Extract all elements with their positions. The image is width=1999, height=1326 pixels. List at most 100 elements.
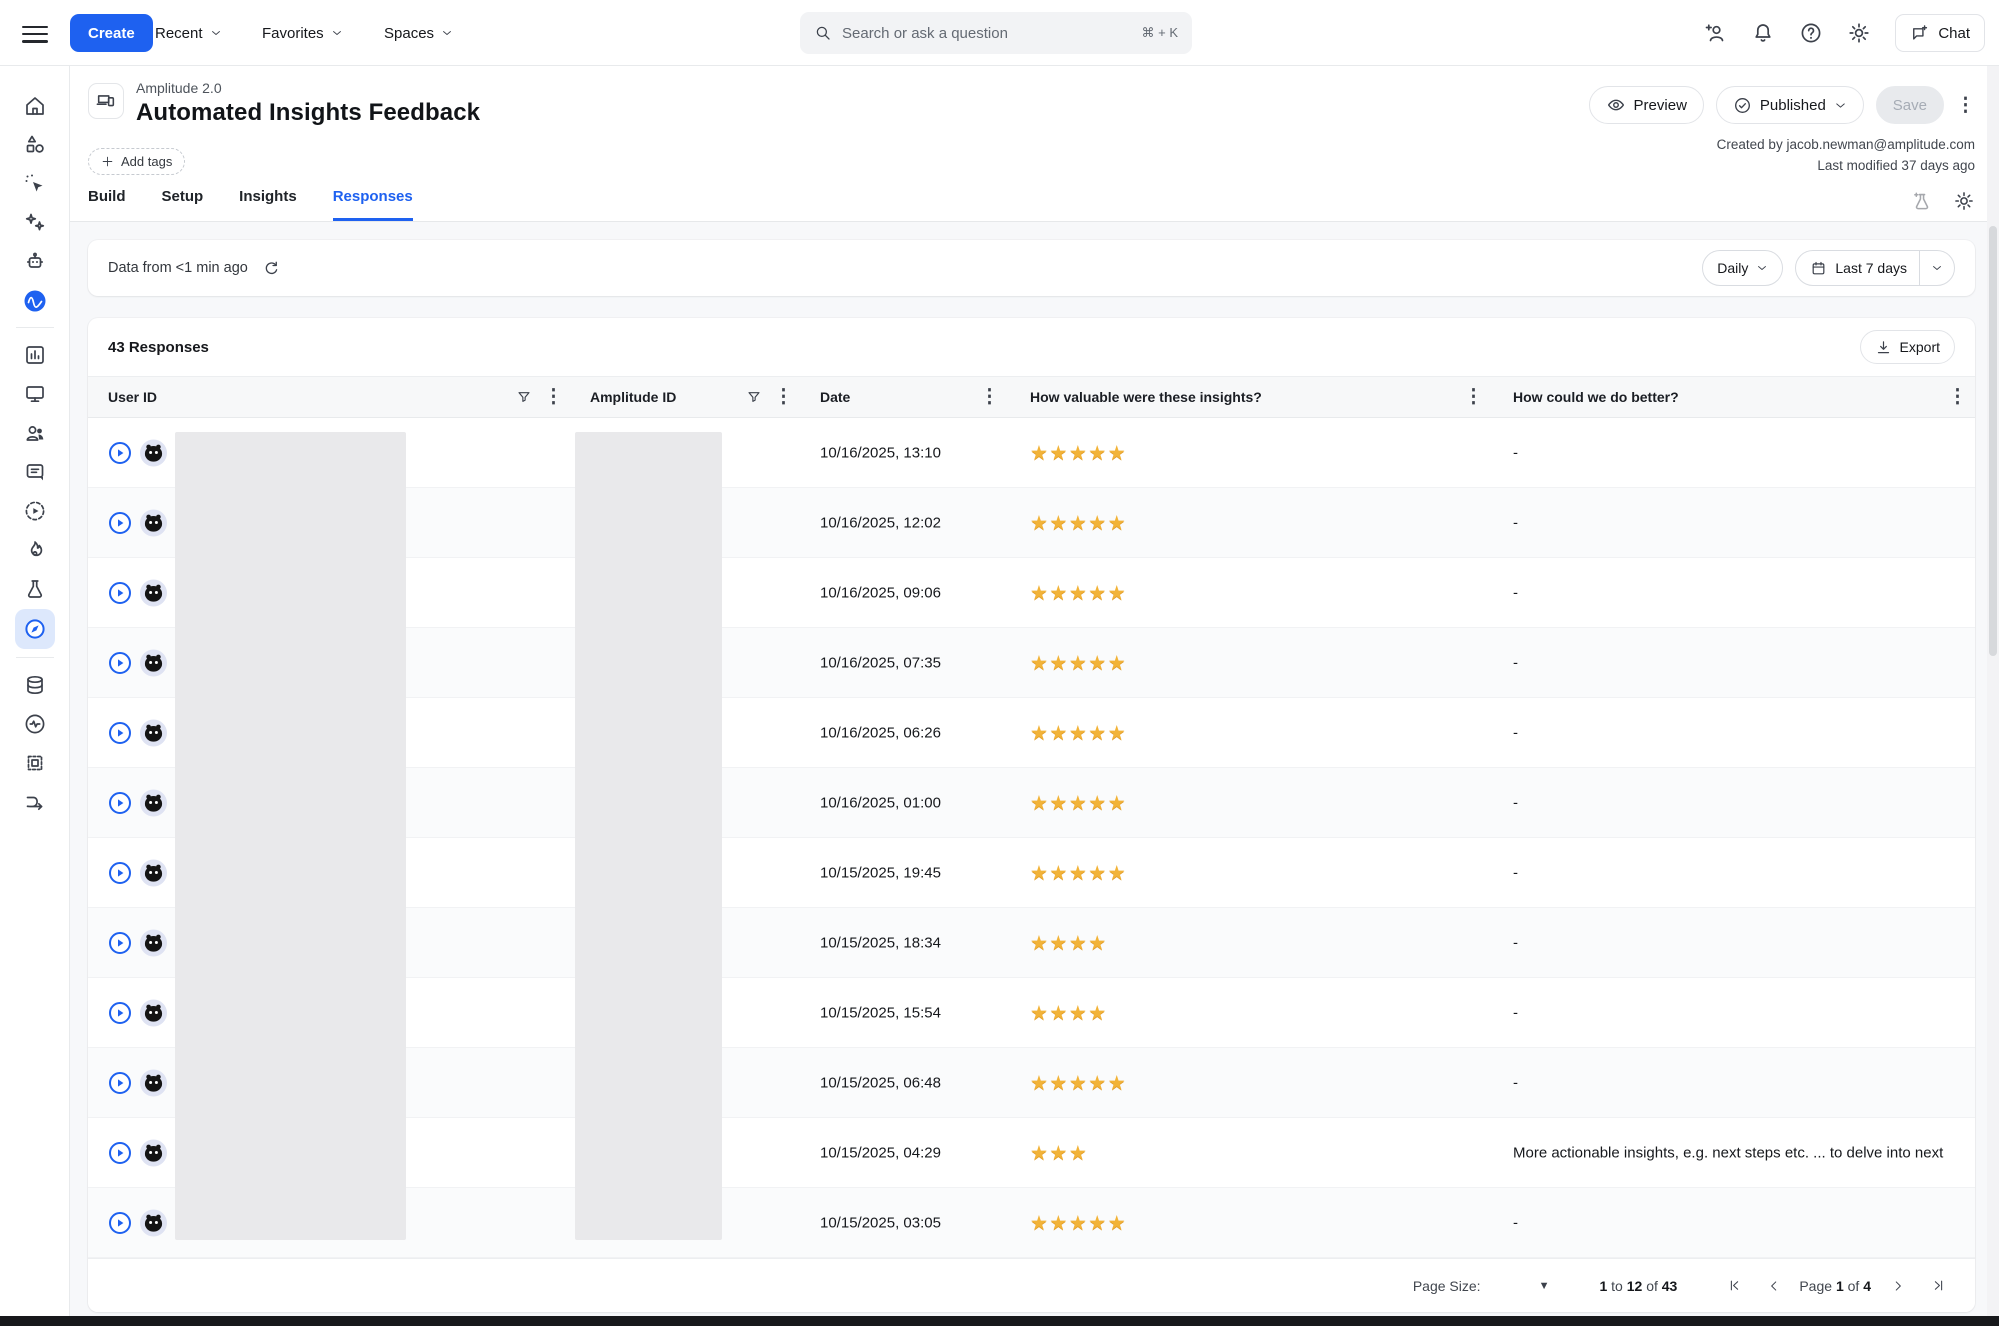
play-session-button[interactable]	[108, 1071, 132, 1095]
date-cell: 10/16/2025, 13:10	[820, 444, 941, 461]
refresh-icon[interactable]	[262, 259, 281, 278]
column-menu-icon[interactable]: ⋮	[544, 388, 563, 407]
feedback-survey-icon[interactable]	[21, 458, 49, 486]
table-row: 10/16/2025, 06:26 ★★★★★ -	[88, 698, 1975, 768]
play-session-button[interactable]	[108, 721, 132, 745]
page-scrollbar[interactable]	[1987, 66, 1999, 1318]
create-button[interactable]: Create	[70, 14, 153, 52]
play-session-button[interactable]	[108, 651, 132, 675]
experiment-flask-icon[interactable]	[21, 575, 49, 603]
breadcrumb[interactable]: Amplitude 2.0	[136, 80, 222, 96]
tab-insights[interactable]: Insights	[239, 188, 297, 221]
check-circle-icon	[1733, 96, 1752, 115]
sparkles-icon[interactable]	[21, 209, 49, 237]
granularity-dropdown[interactable]: Daily	[1702, 250, 1783, 286]
last-page-icon[interactable]	[1927, 1275, 1949, 1297]
play-session-button[interactable]	[108, 931, 132, 955]
shapes-icon[interactable]	[21, 131, 49, 159]
play-icon	[108, 791, 132, 815]
experiment-add-icon[interactable]	[1911, 190, 1933, 212]
play-session-button[interactable]	[108, 1211, 132, 1235]
content-area: Data from <1 min ago Daily Last 7 days	[70, 222, 1999, 1318]
previous-page-icon[interactable]	[1763, 1275, 1785, 1297]
filter-icon[interactable]	[516, 389, 532, 405]
star-rating: ★★★★★	[1030, 1210, 1127, 1235]
bar-chart-icon[interactable]	[21, 341, 49, 369]
calendar-icon	[1810, 260, 1827, 277]
compass-discover-icon[interactable]	[15, 609, 55, 649]
play-session-button[interactable]	[108, 1001, 132, 1025]
spaces-menu[interactable]: Spaces	[384, 0, 453, 66]
home-icon[interactable]	[21, 92, 49, 120]
last-modified-text: Last modified 37 days ago	[1717, 155, 1975, 176]
more-options-icon[interactable]: ⋮	[1956, 96, 1975, 115]
search-input[interactable]: Search or ask a question ⌘ + K	[800, 12, 1192, 54]
page-header: Amplitude 2.0 Automated Insights Feedbac…	[70, 66, 1999, 222]
cursor-click-icon[interactable]	[21, 170, 49, 198]
table-row: 10/16/2025, 12:02 ★★★★★ -	[88, 488, 1975, 558]
user-avatar	[140, 859, 167, 886]
tab-setup[interactable]: Setup	[162, 188, 204, 221]
col-valuable: How valuable were these insights?	[1030, 389, 1262, 405]
favorites-menu[interactable]: Favorites	[262, 0, 343, 66]
preview-button[interactable]: Preview	[1589, 86, 1704, 124]
amplitude-analytics-icon[interactable]	[21, 287, 49, 315]
date-range-picker[interactable]: Last 7 days	[1795, 250, 1955, 286]
play-icon	[108, 581, 132, 605]
chevron-down-icon	[441, 27, 453, 39]
data-database-icon[interactable]	[21, 671, 49, 699]
data-toolbar: Data from <1 min ago Daily Last 7 days	[88, 240, 1975, 296]
hamburger-menu-icon[interactable]	[22, 21, 48, 45]
play-icon	[108, 651, 132, 675]
assistant-robot-icon[interactable]	[21, 248, 49, 276]
feedback-cell: -	[1513, 724, 1961, 741]
column-menu-icon[interactable]: ⋮	[1948, 388, 1967, 407]
column-menu-icon[interactable]: ⋮	[980, 388, 999, 407]
chip-icon[interactable]	[21, 749, 49, 777]
left-sidebar	[0, 66, 70, 1318]
recent-menu[interactable]: Recent	[155, 0, 222, 66]
user-avatar	[140, 1139, 167, 1166]
first-page-icon[interactable]	[1723, 1275, 1745, 1297]
play-session-button[interactable]	[108, 861, 132, 885]
export-button[interactable]: Export	[1860, 330, 1955, 364]
page-size-dropdown-caret[interactable]: ▼	[1539, 1280, 1550, 1292]
play-session-button[interactable]	[108, 581, 132, 605]
help-icon[interactable]	[1799, 21, 1823, 45]
column-menu-icon[interactable]: ⋮	[1464, 388, 1483, 407]
star-rating: ★★★★★	[1030, 790, 1127, 815]
chevron-down-icon	[331, 27, 343, 39]
filter-icon[interactable]	[746, 389, 762, 405]
col-user-id: User ID	[108, 389, 157, 405]
scrollbar-thumb[interactable]	[1989, 226, 1997, 656]
feedback-cell: More actionable insights, e.g. next step…	[1513, 1144, 1961, 1161]
invite-user-icon[interactable]	[1703, 21, 1727, 45]
published-dropdown-button[interactable]: Published	[1716, 86, 1864, 124]
feedback-cell: -	[1513, 1074, 1961, 1091]
tab-responses[interactable]: Responses	[333, 188, 413, 221]
add-tags-label: Add tags	[121, 154, 172, 169]
spaces-menu-label: Spaces	[384, 25, 434, 42]
next-page-icon[interactable]	[1887, 1275, 1909, 1297]
settings-gear-icon[interactable]	[1847, 21, 1871, 45]
table-settings-gear-icon[interactable]	[1953, 190, 1975, 212]
add-tags-button[interactable]: Add tags	[88, 148, 185, 175]
date-range-caret[interactable]	[1920, 262, 1954, 274]
play-session-button[interactable]	[108, 1141, 132, 1165]
data-streams-icon[interactable]	[21, 788, 49, 816]
play-session-button[interactable]	[108, 511, 132, 535]
monitor-dashboards-icon[interactable]	[21, 380, 49, 408]
date-cell: 10/16/2025, 01:00	[820, 794, 941, 811]
notifications-bell-icon[interactable]	[1751, 21, 1775, 45]
tab-build[interactable]: Build	[88, 188, 126, 221]
session-replay-icon[interactable]	[21, 497, 49, 525]
cohorts-users-icon[interactable]	[21, 419, 49, 447]
table-row: 10/16/2025, 01:00 ★★★★★ -	[88, 768, 1975, 838]
pulse-monitor-icon[interactable]	[21, 710, 49, 738]
column-menu-icon[interactable]: ⋮	[774, 388, 793, 407]
play-session-button[interactable]	[108, 441, 132, 465]
chat-button-label: Chat	[1938, 25, 1970, 42]
activation-flame-icon[interactable]	[21, 536, 49, 564]
play-session-button[interactable]	[108, 791, 132, 815]
chat-button[interactable]: Chat	[1895, 14, 1985, 52]
